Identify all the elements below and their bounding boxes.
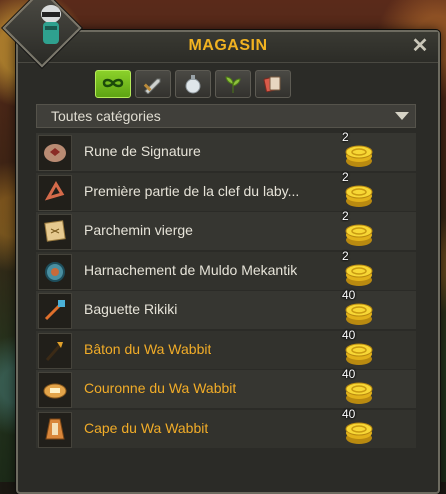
list-item[interactable]: Couronne du Wa Wabbit 40 bbox=[36, 367, 416, 408]
chevron-down-icon bbox=[395, 112, 409, 120]
tab-equipment[interactable] bbox=[135, 70, 171, 98]
category-select[interactable]: Toutes catégories bbox=[36, 104, 416, 128]
item-thumbnail bbox=[38, 135, 72, 171]
item-thumbnail bbox=[38, 372, 72, 408]
cards-icon bbox=[263, 76, 281, 93]
item-name: Cape du Wa Wabbit bbox=[84, 419, 209, 436]
infinity-icon bbox=[102, 78, 124, 88]
character-avatar-icon bbox=[41, 5, 61, 44]
item-name: Harnachement de Muldo Mekantik bbox=[84, 261, 298, 278]
item-price: 2 bbox=[342, 130, 349, 144]
item-price: 2 bbox=[342, 209, 349, 223]
price-coin bbox=[344, 416, 374, 451]
item-name: Bâton du Wa Wabbit bbox=[84, 340, 212, 357]
item-name: Couronne du Wa Wabbit bbox=[84, 380, 237, 396]
item-price: 2 bbox=[342, 248, 349, 263]
item-name: Première partie de la clef du laby... bbox=[84, 182, 300, 199]
item-name: Rune de Signature bbox=[84, 143, 201, 159]
item-price: 40 bbox=[342, 327, 356, 342]
category-select-value: Toutes catégories bbox=[51, 108, 161, 124]
tab-consumables[interactable] bbox=[175, 70, 211, 98]
list-item[interactable]: Première partie de la clef du laby... 2 bbox=[36, 169, 416, 211]
window-title: MAGASIN bbox=[188, 37, 268, 54]
item-list: Rune de Signature 2 Première partie de la … bbox=[36, 130, 416, 451]
item-thumbnail bbox=[38, 293, 72, 329]
list-item[interactable]: Bâton du Wa Wabbit 40 bbox=[36, 327, 416, 369]
plant-icon bbox=[225, 76, 241, 93]
list-item[interactable]: Parchemin vierge 2 bbox=[36, 209, 416, 250]
item-price: 40 bbox=[342, 288, 356, 302]
title-bar[interactable]: MAGASIN ✕ bbox=[18, 32, 438, 63]
list-item[interactable]: Rune de Signature 2 bbox=[36, 130, 416, 171]
tab-cards[interactable] bbox=[255, 70, 291, 98]
potion-icon bbox=[185, 75, 201, 94]
shop-window: MAGASIN ✕ Toutes catégories Rune de Sign… bbox=[16, 30, 440, 494]
tab-resources[interactable] bbox=[215, 70, 251, 98]
list-item[interactable]: Harnachement de Muldo Mekantik 2 bbox=[36, 248, 416, 290]
tab-all[interactable] bbox=[95, 70, 131, 98]
list-item[interactable]: Cape du Wa Wabbit 40 bbox=[36, 406, 416, 451]
item-thumbnail bbox=[38, 214, 72, 250]
item-thumbnail bbox=[38, 411, 72, 448]
sword-icon bbox=[143, 78, 161, 94]
item-name: Baguette Rikiki bbox=[84, 301, 178, 317]
item-price: 40 bbox=[342, 367, 356, 381]
item-thumbnail bbox=[38, 174, 72, 211]
item-price: 40 bbox=[342, 406, 356, 421]
item-price: 2 bbox=[342, 169, 349, 184]
item-thumbnail bbox=[38, 332, 72, 369]
list-item[interactable]: Baguette Rikiki 40 bbox=[36, 288, 416, 329]
item-name: Parchemin vierge bbox=[84, 222, 193, 238]
item-thumbnail bbox=[38, 253, 72, 290]
close-icon[interactable]: ✕ bbox=[410, 36, 430, 56]
